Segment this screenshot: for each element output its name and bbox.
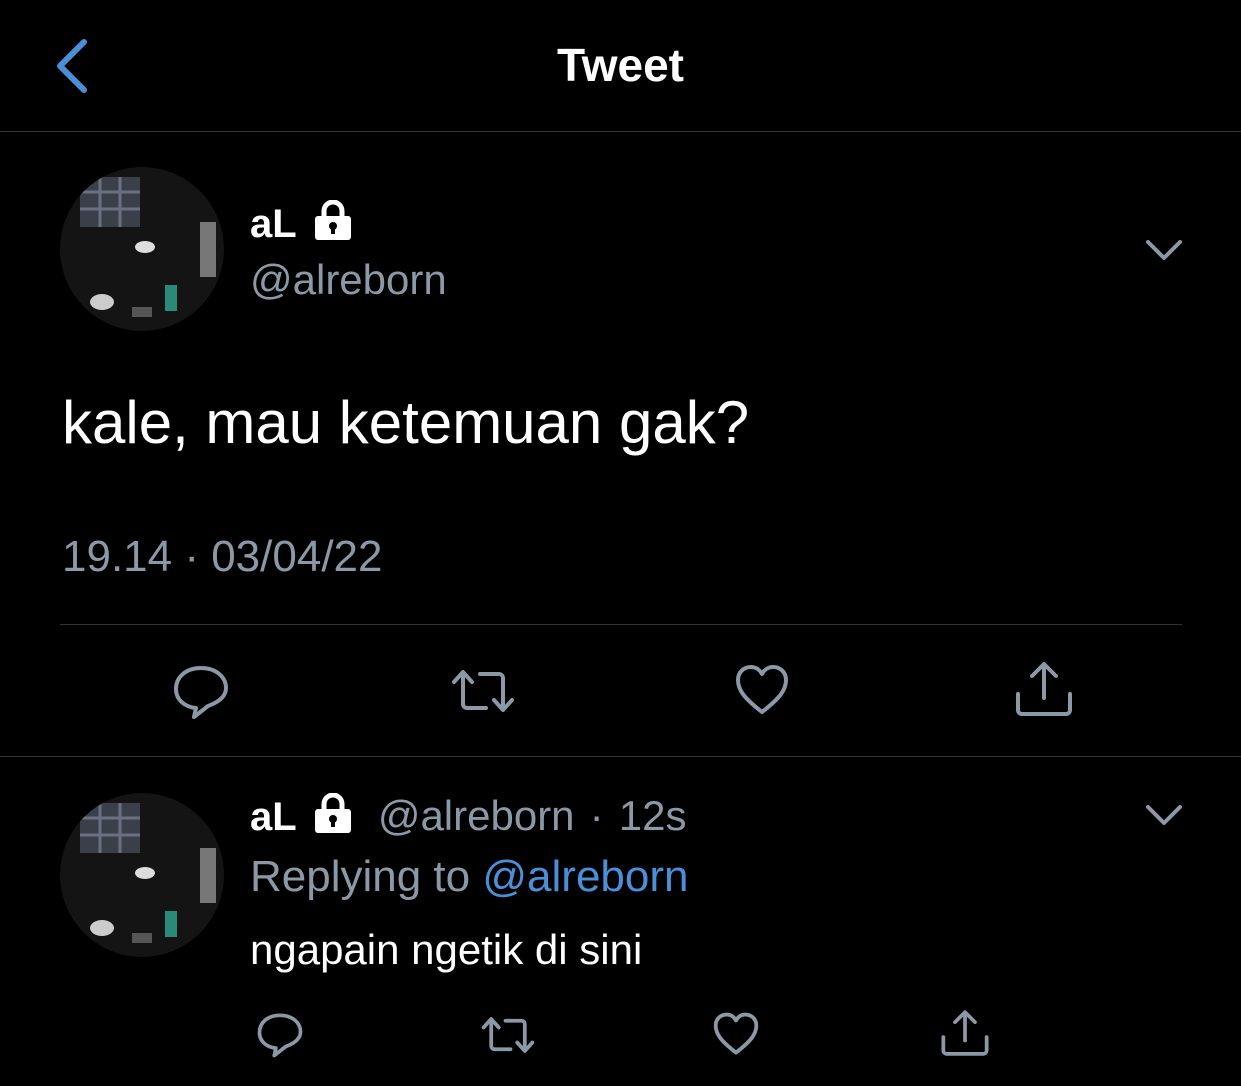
reply-icon[interactable] (256, 1012, 304, 1063)
replying-to-mention[interactable]: @alreborn (482, 852, 688, 901)
reply-time: 12s (618, 792, 687, 839)
reply-icon[interactable] (172, 664, 230, 725)
replying-to-line: Replying to @alreborn (250, 852, 688, 902)
reply-text: ngapain ngetik di sini (250, 926, 643, 973)
replying-prefix: Replying to (250, 852, 471, 901)
reply-handle[interactable]: @alreborn (378, 792, 575, 839)
tweet-text: kale, mau ketemuan gak? (62, 389, 750, 456)
chevron-down-icon[interactable] (1144, 238, 1184, 262)
top-bar: Tweet (0, 0, 1241, 132)
divider (60, 624, 1182, 625)
author-name[interactable]: aL (250, 199, 355, 250)
retweet-icon[interactable] (480, 1014, 536, 1061)
like-icon[interactable] (712, 1012, 760, 1061)
author-name-text: aL (250, 202, 297, 246)
lock-icon (311, 199, 355, 250)
author-handle[interactable]: @alreborn (250, 256, 447, 304)
section-divider (0, 756, 1241, 757)
lock-icon (311, 792, 355, 843)
reply-header: aL @alreborn · 12s (250, 792, 687, 843)
reply-author-name[interactable]: aL (250, 795, 297, 839)
share-icon[interactable] (940, 1008, 990, 1063)
share-icon[interactable] (1014, 660, 1074, 723)
avatar[interactable] (60, 167, 224, 331)
retweet-icon[interactable] (450, 666, 516, 721)
reply-avatar[interactable] (60, 793, 224, 957)
chevron-down-icon[interactable] (1144, 803, 1184, 827)
tweet-timestamp[interactable]: 19.14 · 03/04/22 (62, 532, 382, 582)
like-icon[interactable] (734, 664, 790, 721)
page-title: Tweet (557, 39, 684, 91)
reply-dot: · (589, 792, 604, 839)
